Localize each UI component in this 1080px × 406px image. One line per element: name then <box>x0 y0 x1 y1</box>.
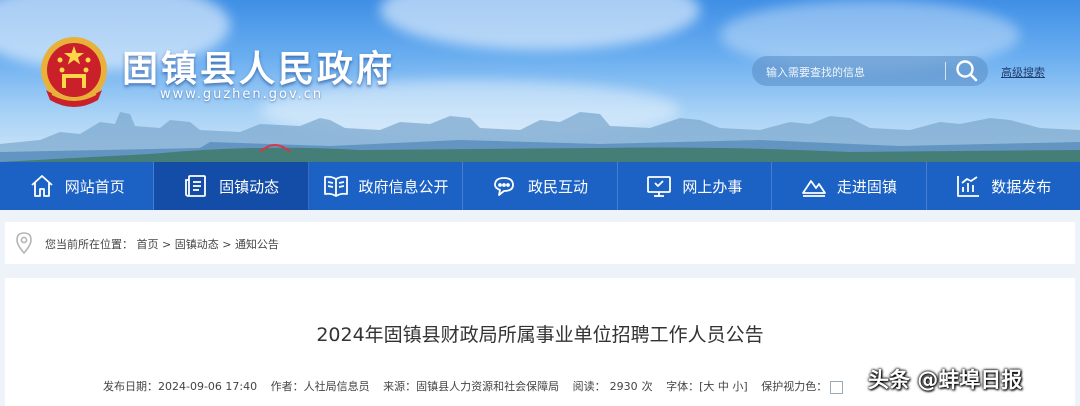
mountain-icon <box>801 180 826 197</box>
site-url: www.guzhen.gov.cn <box>160 87 324 102</box>
font-size-label: 字体： <box>666 380 700 393</box>
source: 来源：固镇县人力资源和社会保障局 <box>383 380 559 393</box>
author-label: 作者： <box>270 380 304 393</box>
read-count-label: 阅读： <box>572 380 606 393</box>
header-banner: 固镇县人民政府 www.guzhen.gov.cn 高级搜索 <box>0 0 1080 162</box>
font-size-small[interactable]: 小 <box>732 380 743 393</box>
font-size-control: 字体：[大 中 小] <box>666 380 748 393</box>
location-pin-icon <box>16 232 32 254</box>
nav-item-about[interactable]: 走进固镇 <box>772 162 927 210</box>
source-label: 来源： <box>383 380 417 393</box>
read-count-unit: 次 <box>641 380 653 393</box>
breadcrumb-notice[interactable]: 通知公告 <box>235 238 279 251</box>
nav-item-label: 网上办事 <box>682 177 743 196</box>
nav-item-gov-info[interactable]: 政府信息公开 <box>309 162 464 210</box>
publish-date-value: 2024-09-06 17:40 <box>158 380 258 393</box>
search-box <box>752 56 988 86</box>
nav-item-interaction[interactable]: 政民互动 <box>463 162 618 210</box>
chart-icon <box>957 176 980 197</box>
article-title: 2024年固镇县财政局所属事业单位招聘工作人员公告 <box>316 324 764 346</box>
nav-item-label: 政府信息公开 <box>358 177 449 196</box>
nav-item-label: 固镇动态 <box>219 177 280 196</box>
source-value: 固镇县人力资源和社会保障局 <box>416 380 560 393</box>
nav-item-home[interactable]: 网站首页 <box>0 162 155 210</box>
author: 作者：人社局信息员 <box>271 380 370 393</box>
breadcrumb-separator: > <box>162 238 172 251</box>
search-divider <box>945 62 946 80</box>
national-emblem-icon <box>41 37 107 107</box>
read-count: 阅读： 2930 次 <box>573 380 653 393</box>
author-value: 人社局信息员 <box>303 380 370 393</box>
nav-item-online-service[interactable]: 网上办事 <box>618 162 773 210</box>
publish-date-label: 发布日期： <box>103 380 158 393</box>
chat-icon <box>494 177 514 196</box>
eye-care-label: 保护视力色： <box>761 380 828 393</box>
eye-care-swatch[interactable] <box>830 380 844 394</box>
search-icon[interactable] <box>952 59 982 83</box>
nav-item-label: 政民互动 <box>527 177 588 196</box>
book-icon <box>323 175 348 197</box>
breadcrumb-bar: 您当前所在位置： 首页 > 固镇动态 > 通知公告 <box>5 222 1075 264</box>
watermark: 头条 @蚌埠日报 <box>868 368 1023 392</box>
site-title: 固镇县人民政府 <box>122 48 396 90</box>
main-nav: 网站首页 固镇动态 政府信息公开 政民互动 网上办事 走进固镇 数据发布 <box>0 162 1080 210</box>
breadcrumb: 您当前所在位置： 首页 > 固镇动态 > 通知公告 <box>45 236 279 252</box>
monitor-icon <box>647 176 672 197</box>
page: 固镇县人民政府 www.guzhen.gov.cn 高级搜索 网站首页 固镇动态 <box>0 0 1080 406</box>
advanced-search-link[interactable]: 高级搜索 <box>1001 64 1045 80</box>
search-input[interactable] <box>764 61 948 83</box>
nav-item-label: 网站首页 <box>64 177 125 196</box>
nav-item-data[interactable]: 数据发布 <box>927 162 1080 210</box>
breadcrumb-news[interactable]: 固镇动态 <box>175 238 219 251</box>
read-count-value: 2930 <box>609 380 638 393</box>
nav-item-label: 数据发布 <box>991 177 1052 196</box>
breadcrumb-separator: > <box>222 238 232 251</box>
breadcrumb-prefix: 您当前所在位置： <box>45 238 133 251</box>
font-size-large[interactable]: 大 <box>703 380 714 393</box>
breadcrumb-home[interactable]: 首页 <box>137 238 159 251</box>
nav-item-news[interactable]: 固镇动态 <box>154 162 309 210</box>
home-icon <box>31 175 53 197</box>
font-size-medium[interactable]: 中 <box>718 380 729 393</box>
eye-care-control: 保护视力色： <box>761 380 844 394</box>
publish-date: 发布日期：2024-09-06 17:40 <box>103 380 257 393</box>
nav-item-label: 走进固镇 <box>836 177 897 196</box>
news-icon <box>185 175 207 197</box>
article-meta: 发布日期：2024-09-06 17:40 作者：人社局信息员 来源：固镇县人力… <box>103 378 853 394</box>
